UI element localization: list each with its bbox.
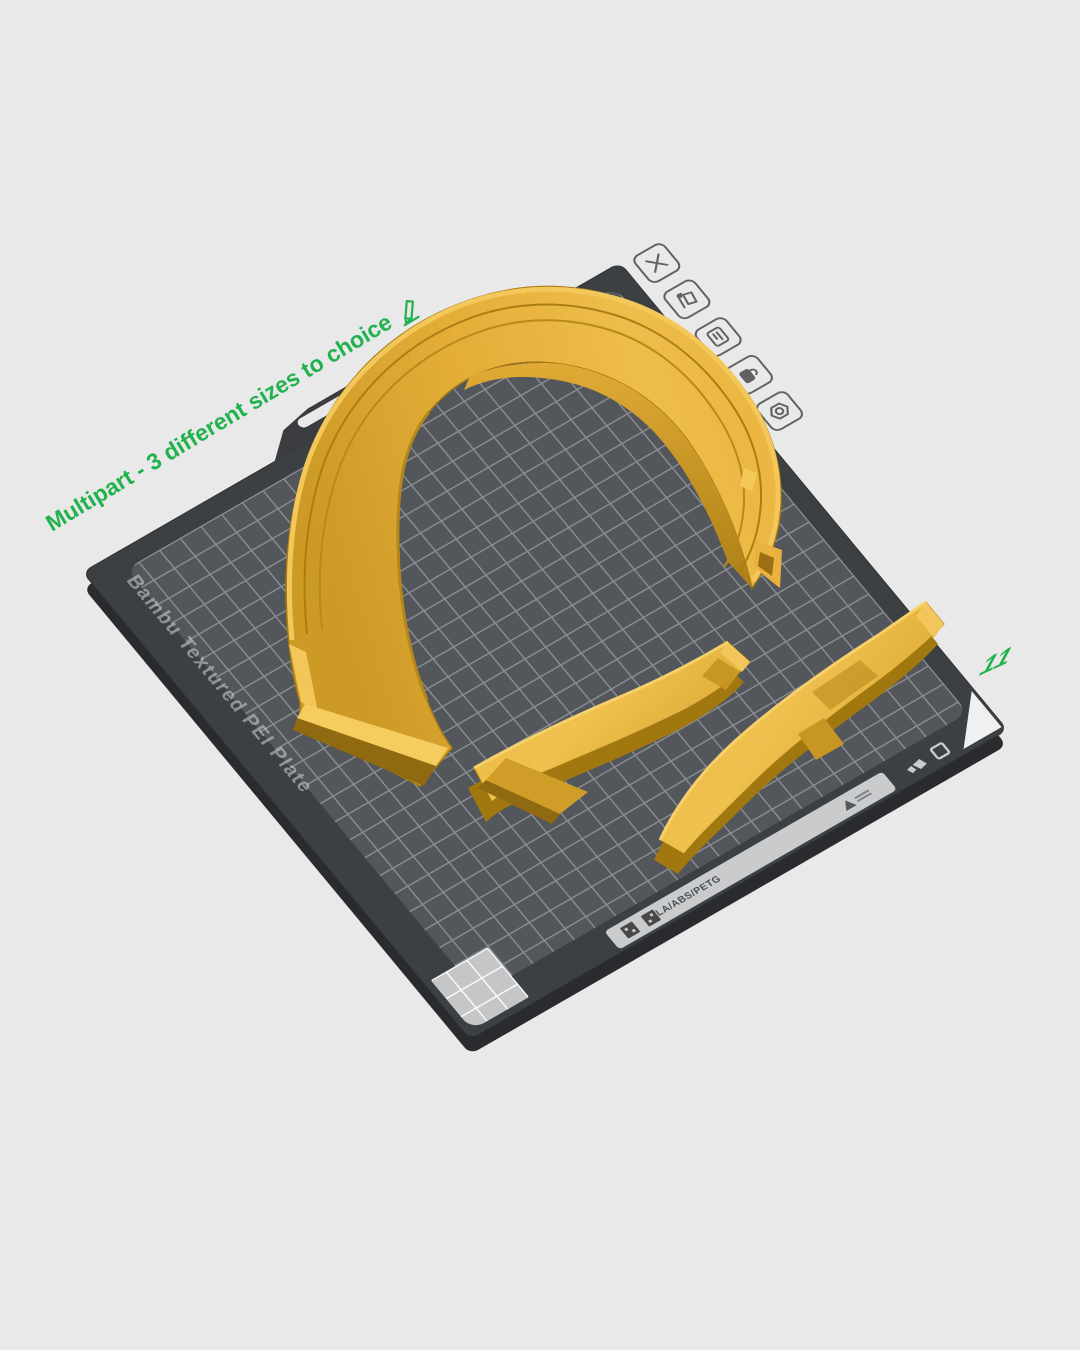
strap-b-top[interactable] <box>660 602 944 854</box>
viewport-3d[interactable]: Bambu Textured PEI Plate PLA/ABS/PETG <box>0 0 1080 1350</box>
model-strap-small[interactable] <box>654 602 944 874</box>
models-layer <box>0 0 1080 1350</box>
